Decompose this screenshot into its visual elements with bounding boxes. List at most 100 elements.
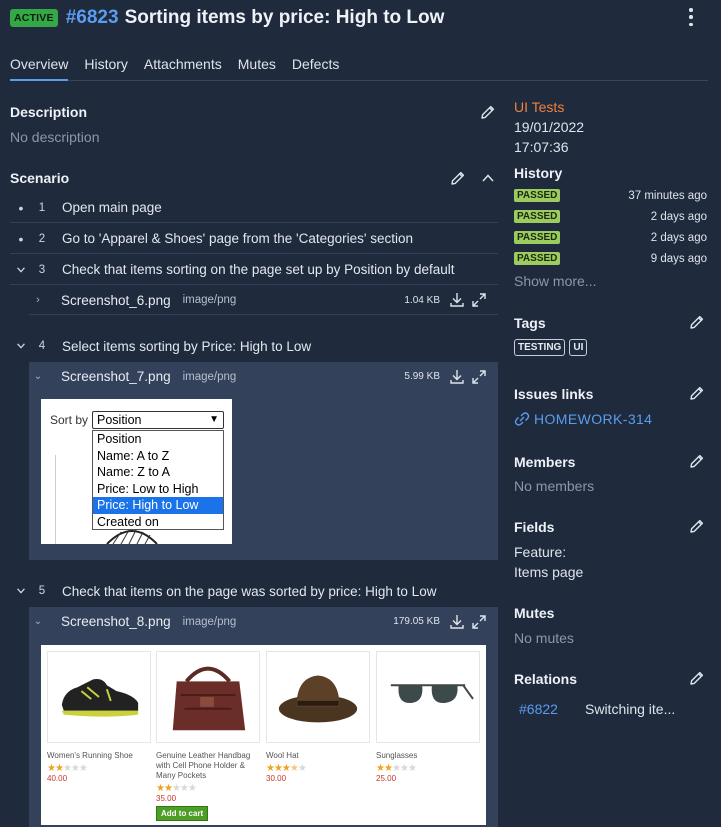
scenario-step[interactable]: 3 Check that items sorting on the page s… [10,255,498,285]
add-to-cart-button: Add to cart [156,806,209,821]
expand-icon[interactable] [470,291,488,309]
product-name: Wool Hat [266,751,299,760]
product-price: 35.00 [156,794,177,803]
product-card: Sunglasses ★★★★★ 25.00 [376,651,480,821]
show-more-link[interactable]: Show more... [514,273,596,289]
collapse-scenario-icon[interactable] [481,171,495,185]
edit-fields-icon[interactable] [689,518,705,534]
history-item[interactable]: PASSED 2 days ago [514,206,707,227]
attachment-name[interactable]: Screenshot_8.png [61,614,171,629]
chevron-down-icon[interactable] [10,340,32,352]
product-price: 25.00 [376,774,397,783]
chevron-down-icon[interactable]: ⌄ [29,616,47,627]
edit-tags-icon[interactable] [689,314,705,330]
mutes-value: No mutes [514,630,574,646]
step-text: Go to 'Apparel & Shoes' page from the 'C… [62,231,414,246]
field-value: Items page [514,564,584,580]
history-item[interactable]: PASSED 9 days ago [514,248,707,269]
product-card: Genuine Leather Handbag with Cell Phone … [156,651,260,821]
relations-title: Relations [514,671,578,687]
chevron-down-icon[interactable] [10,264,32,276]
tab-mutes[interactable]: Mutes [238,54,276,81]
tab-attachments[interactable]: Attachments [144,54,222,81]
tab-overview[interactable]: Overview [10,54,69,81]
history-item[interactable]: PASSED 2 days ago [514,227,707,248]
download-icon[interactable] [448,613,466,631]
field-key: Feature: [514,544,567,560]
relation-name[interactable]: Switching ite... [585,701,675,717]
step-number: 2 [38,232,46,245]
sort-option: Position [97,432,142,446]
attachment-row[interactable]: ⌄ Screenshot_8.png image/png 179.05 KB [29,607,498,636]
step-number: 5 [38,585,46,597]
tab-bar: Overview History Attachments Mutes Defec… [10,54,708,81]
expand-icon[interactable] [470,613,488,631]
edit-members-icon[interactable] [689,453,705,469]
shoe-image [47,651,151,743]
passed-badge: PASSED [514,210,561,223]
product-card: Wool Hat ★★★★★ 30.00 [266,651,370,821]
tab-defects[interactable]: Defects [292,54,339,81]
attachment-name[interactable]: Screenshot_6.png [61,293,171,308]
expand-icon[interactable] [470,368,488,386]
scenario-step: • 2 Go to 'Apparel & Shoes' page from th… [10,224,498,254]
step-text: Check that items sorting on the page set… [62,262,455,277]
edit-scenario-icon[interactable] [450,170,466,186]
screenshot-image[interactable]: Women's Running Shoe ★★★★★ 40.00 Genuine… [41,645,486,825]
attachment-row[interactable]: › Screenshot_6.png image/png 1.04 KB [29,286,498,315]
step-text: Check that items on the page was sorted … [62,583,437,599]
product-name: Sunglasses [376,751,418,760]
edit-description-icon[interactable] [480,104,496,120]
history-time: 2 days ago [650,231,707,244]
download-icon[interactable] [448,291,466,309]
sunglasses-image [376,651,480,743]
product-name: Women's Running Shoe [47,751,133,760]
history-item[interactable]: PASSED 37 minutes ago [514,185,707,206]
history-time: 9 days ago [650,252,707,265]
attachment-row[interactable]: ⌄ Screenshot_7.png image/png 5.99 KB [29,362,498,391]
attachment-type: image/png [182,370,237,383]
issue-link-text[interactable]: HOMEWORK-314 [534,411,652,427]
scenario-step[interactable]: 5 Check that items on the page was sorte… [10,576,498,606]
attachment-size: 5.99 KB [404,371,440,382]
step-text: Select items sorting by Price: High to L… [62,338,312,354]
scenario-step[interactable]: 4 Select items sorting by Price: High to… [10,331,498,361]
chevron-down-icon[interactable] [10,585,32,597]
header: ACTIVE #6823 Sorting items by price: Hig… [10,6,444,30]
chevron-down-icon: ▼ [209,414,219,425]
sort-select: Position ▼ [92,411,224,429]
created-time: 17:07:36 [514,139,569,155]
members-title: Members [514,454,576,470]
sort-option: Name: A to Z [97,448,170,463]
screenshot-image[interactable]: Sort by Position ▼ Position Name: A to Z N… [41,399,232,544]
attachment-size: 179.05 KB [393,616,440,627]
members-value: No members [514,478,595,494]
product-card: Women's Running Shoe ★★★★★ 40.00 [47,651,151,821]
chevron-down-icon[interactable]: ⌄ [29,371,47,382]
attachment-size: 1.04 KB [404,294,440,306]
download-icon[interactable] [448,368,466,386]
sort-dropdown: Position Name: A to Z Name: Z to A Price: L… [92,430,224,530]
rating-stars: ★★★★★ [47,763,88,774]
status-badge: ACTIVE [10,9,58,27]
product-price: 30.00 [266,774,287,783]
bullet-icon: • [18,230,24,247]
tab-history[interactable]: History [84,54,128,81]
relation-id-link[interactable]: #6822 [519,701,558,717]
sort-option: Price: Low to High [97,481,199,496]
edit-relations-icon[interactable] [689,670,705,686]
attachment-name[interactable]: Screenshot_7.png [61,369,171,384]
tag-chip: TESTING [514,339,566,356]
issue-link[interactable]: HOMEWORK-314 [514,411,652,427]
scenario-title: Scenario [10,170,70,186]
scenario-step: • 1 Open main page [10,193,498,223]
test-case-id: #6823 [65,7,119,28]
passed-badge: PASSED [514,252,561,265]
sort-option: Price: High to Low [93,497,223,514]
more-menu-icon[interactable] [687,8,695,26]
step-number: 1 [38,201,46,214]
chevron-right-icon[interactable]: › [29,294,47,306]
edit-issues-icon[interactable] [689,385,705,401]
sort-option: Created on [97,514,159,529]
issues-title: Issues links [514,386,594,402]
